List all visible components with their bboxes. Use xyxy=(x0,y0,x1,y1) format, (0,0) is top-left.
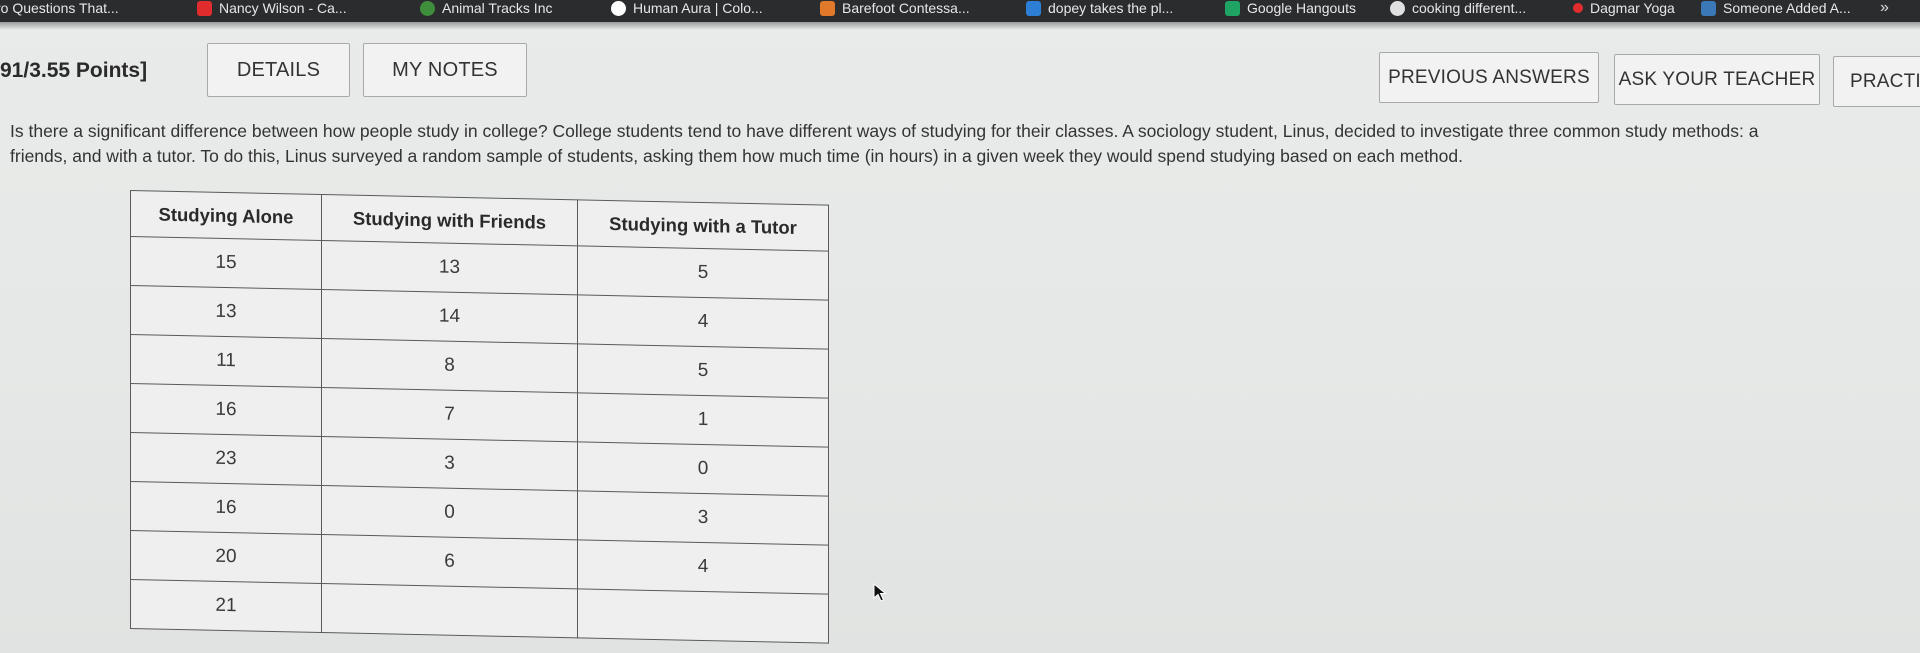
bookmark-item[interactable]: Animal Tracks Inc xyxy=(420,0,552,16)
table-cell: 13 xyxy=(321,240,578,295)
table-cell: 0 xyxy=(577,441,829,497)
table-cell: 1 xyxy=(577,392,829,448)
question-line: Is there a significant difference betwee… xyxy=(10,121,1759,141)
mouse-cursor-icon xyxy=(873,583,887,602)
doc-icon xyxy=(1026,0,1041,16)
points-label: 91/3.55 Points] xyxy=(0,59,148,82)
hangouts-icon xyxy=(1225,0,1240,16)
table-cell: 14 xyxy=(321,289,578,344)
question-line: friends, and with a tutor. To do this, L… xyxy=(10,146,1463,166)
ask-your-teacher-button[interactable]: ASK YOUR TEACHER xyxy=(1614,54,1820,105)
bookmark-item[interactable]: Dagmar Yoga xyxy=(1573,0,1675,16)
table-cell: 5 xyxy=(577,343,829,399)
column-header: Studying with a Tutor xyxy=(577,199,829,252)
bookmark-item[interactable]: ro Questions That... xyxy=(0,0,119,16)
chevron-right-icon: » xyxy=(1880,0,1889,16)
bookmark-item[interactable]: Nancy Wilson - Ca... xyxy=(197,0,347,16)
column-header: Studying with Friends xyxy=(321,194,578,246)
table-cell: 11 xyxy=(130,334,322,388)
bookmark-label: Google Hangouts xyxy=(1247,0,1356,16)
sunglasses-icon xyxy=(1701,0,1716,16)
bookmark-label: cooking different... xyxy=(1412,0,1527,16)
table-cell: 0 xyxy=(321,485,578,540)
table-cell: 21 xyxy=(130,579,322,633)
table-cell xyxy=(577,588,829,644)
table-cell: 4 xyxy=(577,294,829,350)
table-cell: 3 xyxy=(321,436,578,491)
table-cell: 23 xyxy=(130,432,322,486)
bookmarks-overflow-button[interactable]: » xyxy=(1880,0,1889,16)
youtube-icon xyxy=(197,0,212,16)
table-cell: 15 xyxy=(130,236,322,290)
study-time-table: Studying Alone Studying with Friends Stu… xyxy=(130,190,829,644)
column-header: Studying Alone xyxy=(130,190,322,241)
youtube-icon xyxy=(1573,3,1583,13)
table-cell: 20 xyxy=(130,530,322,584)
leaf-icon xyxy=(420,0,435,16)
lg-icon xyxy=(820,0,835,16)
bookmark-item[interactable]: cooking different... xyxy=(1390,0,1526,16)
question-text: Is there a significant difference betwee… xyxy=(10,119,1920,169)
bookmark-item[interactable]: Google Hangouts xyxy=(1225,0,1356,16)
bookmark-label: Barefoot Contessa... xyxy=(842,0,970,16)
bookmark-label: Dagmar Yoga xyxy=(1590,0,1675,16)
bookmark-label: dopey takes the pl... xyxy=(1048,0,1174,16)
bookmark-label: Human Aura | Colo... xyxy=(633,0,763,16)
table-cell: 6 xyxy=(321,534,578,589)
table-cell: 16 xyxy=(130,383,322,437)
bookmarks-shadow xyxy=(0,22,1920,30)
table-cell: 8 xyxy=(321,338,578,393)
bookmark-label: ro Questions That... xyxy=(0,0,119,16)
table-cell xyxy=(321,583,578,638)
table-cell: 4 xyxy=(577,539,829,595)
bookmark-item[interactable]: Someone Added A... xyxy=(1701,0,1851,16)
previous-answers-button[interactable]: PREVIOUS ANSWERS xyxy=(1379,52,1599,103)
bookmark-item[interactable]: Barefoot Contessa... xyxy=(820,0,970,16)
bookmark-item[interactable]: dopey takes the pl... xyxy=(1026,0,1173,16)
table-cell: 5 xyxy=(577,245,829,301)
table-cell: 13 xyxy=(130,285,322,339)
bookmark-label: Nancy Wilson - Ca... xyxy=(219,0,347,16)
bookmark-item[interactable]: Human Aura | Colo... xyxy=(611,0,763,16)
bookmark-label: Someone Added A... xyxy=(1723,0,1851,16)
bookmarks-bar: ro Questions That... Nancy Wilson - Ca..… xyxy=(0,0,1920,22)
practice-button[interactable]: PRACTIC xyxy=(1833,56,1920,107)
details-button[interactable]: DETAILS xyxy=(207,43,350,97)
table-cell: 3 xyxy=(577,490,829,546)
table-cell: 7 xyxy=(321,387,578,442)
table-cell: 16 xyxy=(130,481,322,535)
wordpress-icon xyxy=(611,0,626,16)
my-notes-button[interactable]: MY NOTES xyxy=(363,43,527,97)
globe-icon xyxy=(1390,0,1405,16)
bookmark-label: Animal Tracks Inc xyxy=(442,0,553,16)
